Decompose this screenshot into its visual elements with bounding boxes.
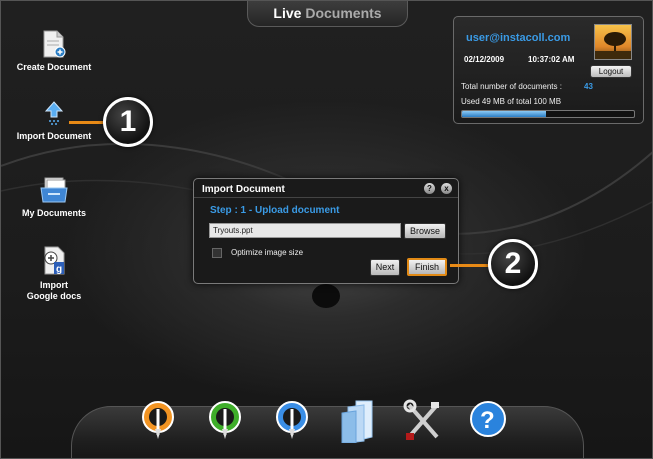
avatar-image — [595, 25, 631, 59]
orange-pen-icon — [142, 401, 174, 439]
optimize-image-label: Optimize image size — [231, 248, 304, 257]
callout-1-badge: 1 — [103, 97, 153, 147]
user-info-panel: user@instacoll.com 02/12/2009 10:37:02 A… — [453, 16, 644, 124]
blue-pen-dock-button[interactable] — [272, 399, 312, 443]
user-email[interactable]: user@instacoll.com — [466, 32, 570, 44]
import-google-docs-label: Import Google docs — [26, 280, 82, 301]
documents-icon — [341, 400, 373, 443]
import-google-docs-shortcut[interactable]: g Import Google docs — [4, 246, 104, 302]
import-arrow-icon — [44, 101, 64, 125]
help-icon: ? — [470, 401, 506, 437]
green-pen-dock-button[interactable] — [205, 399, 245, 443]
login-date: 02/12/2009 — [464, 55, 505, 64]
blue-pen-icon — [276, 401, 308, 439]
dialog-divider — [194, 197, 458, 198]
my-documents-icon — [40, 177, 68, 203]
tools-dock-button[interactable] — [403, 399, 443, 443]
callout-2-badge: 2 — [488, 239, 538, 289]
storage-usage-label: Used 49 MB of total 100 MB — [461, 97, 562, 106]
next-button[interactable]: Next — [370, 259, 400, 276]
create-document-icon — [43, 30, 66, 58]
app-title-tab: Live Documents — [247, 1, 408, 27]
app-title-documents: Documents — [305, 5, 382, 21]
optimize-image-checkbox[interactable] — [212, 248, 222, 258]
orange-pen-dock-button[interactable] — [138, 399, 178, 443]
browse-button[interactable]: Browse — [404, 223, 446, 239]
close-icon[interactable]: x — [441, 183, 452, 194]
my-documents-label: My Documents — [21, 208, 86, 218]
file-path-input[interactable] — [209, 223, 401, 238]
dialog-title: Import Document — [202, 184, 285, 195]
finish-button[interactable]: Finish — [407, 258, 447, 276]
desktop-background: Live Documents Create Document Import Do… — [0, 0, 653, 459]
total-documents-count: 43 — [584, 82, 593, 91]
storage-progress-fill — [462, 111, 547, 117]
create-document-shortcut[interactable]: Create Document — [4, 30, 104, 73]
svg-text:g: g — [56, 264, 62, 275]
google-docs-icon: g — [44, 246, 65, 275]
create-document-label: Create Document — [16, 62, 92, 72]
login-time: 10:37:02 AM — [528, 55, 575, 64]
tools-icon — [403, 399, 439, 440]
app-title-live: Live — [273, 5, 302, 21]
import-document-label: Import Document — [16, 131, 92, 141]
green-pen-icon — [209, 401, 241, 439]
svg-text:?: ? — [480, 407, 495, 434]
step-title: Step : 1 - Upload document — [210, 205, 340, 216]
logout-button[interactable]: Logout — [590, 65, 632, 78]
callout-2-connector — [450, 264, 490, 267]
callout-1-connector — [69, 121, 105, 124]
my-documents-shortcut[interactable]: My Documents — [4, 176, 104, 219]
total-documents-label: Total number of documents : — [461, 82, 562, 91]
avatar — [594, 24, 632, 60]
help-icon[interactable]: ? — [424, 183, 435, 194]
help-dock-button[interactable]: ? — [468, 399, 508, 443]
import-document-dialog: Import Document ? x Step : 1 - Upload do… — [193, 178, 459, 284]
storage-progress-bar — [461, 110, 635, 118]
documents-dock-button[interactable] — [338, 399, 378, 443]
